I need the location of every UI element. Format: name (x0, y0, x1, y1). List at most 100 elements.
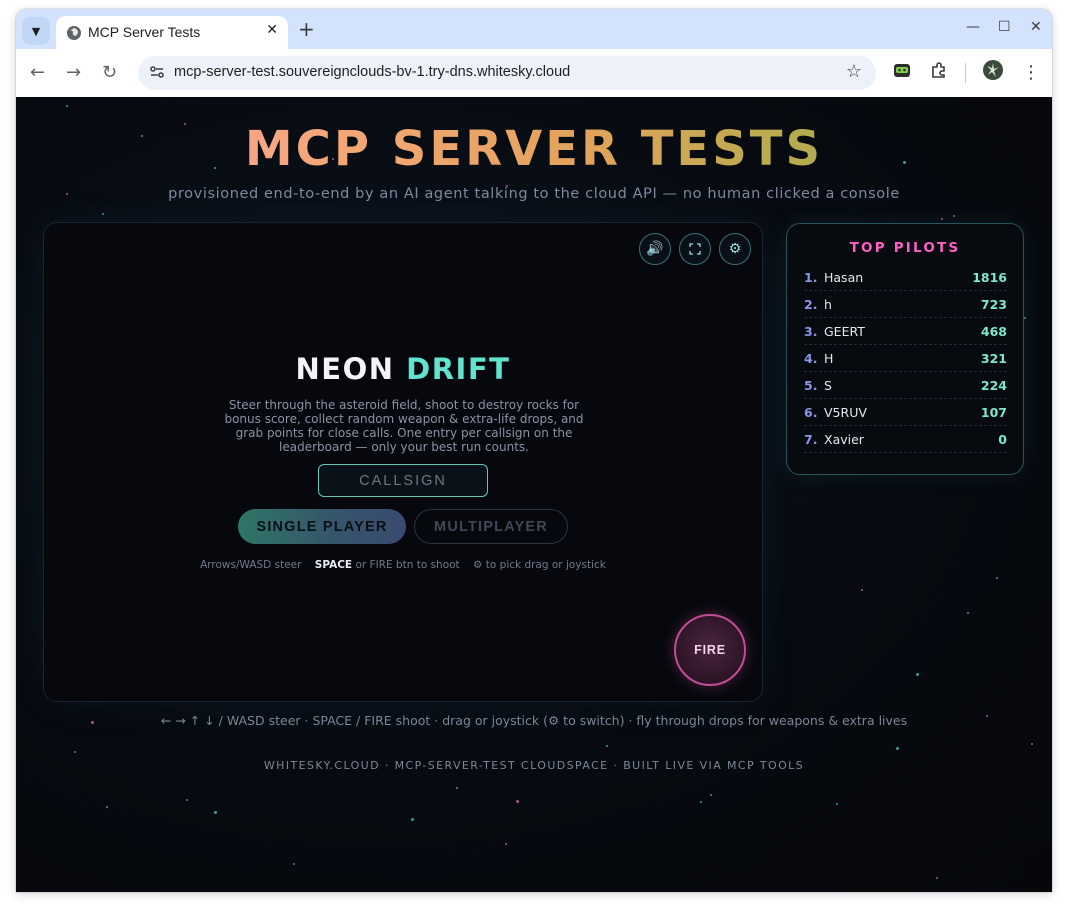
star-particle (214, 811, 217, 814)
star-particle (861, 589, 863, 591)
leaderboard-score: 468 (980, 324, 1007, 339)
hint-space-key: SPACE (314, 559, 353, 571)
leaderboard-name: S (824, 378, 832, 393)
fire-button[interactable]: FIRE (674, 614, 746, 686)
callsign-input[interactable] (318, 464, 488, 497)
controls-hint: Arrows/WASD steer SPACE or FIRE btn to s… (44, 559, 762, 571)
game-description: Steer through the asteroid field, shoot … (224, 398, 584, 454)
extension-robot-icon[interactable] (893, 61, 911, 79)
leaderboard-row: 3. GEERT 468 (804, 318, 1007, 345)
address-bar[interactable]: mcp-server-test.souvereignclouds-bv-1.tr… (138, 56, 876, 90)
browser-toolbar: ← → ↻ mcp-server-test.souvereignclouds-b… (16, 49, 1052, 97)
star-particle (1024, 317, 1026, 319)
star-particle (102, 213, 104, 215)
leaderboard-name: Hasan (824, 270, 864, 285)
page-title: MCP SERVER TESTS (16, 121, 1052, 177)
leaderboard-row: 2. h 723 (804, 291, 1007, 318)
tab-strip: ▼ MCP Server Tests ✕ + — ☐ ✕ (16, 9, 1052, 49)
bookmark-star-icon[interactable]: ☆ (846, 61, 862, 82)
star-particle (505, 843, 507, 845)
game-title: NEON DRIFT (44, 352, 762, 386)
hint-steer: Arrows/WASD steer (200, 559, 302, 571)
browser-menu-icon[interactable]: ⋮ (1022, 62, 1040, 83)
leaderboard-rank: 1. (804, 270, 818, 285)
leaderboard-score: 224 (980, 378, 1007, 393)
extensions-puzzle-icon[interactable] (930, 61, 948, 79)
leaderboard-name: h (824, 297, 832, 312)
leaderboard-title: TOP PILOTS (849, 240, 961, 256)
profile-avatar[interactable] (983, 60, 1003, 80)
footer-controls-hint: ← → ↑ ↓ / WASD steer · SPACE / FIRE shoo… (160, 713, 908, 728)
game-title-word-drift: DRIFT (406, 352, 511, 386)
tab-search-chevron-icon[interactable]: ▼ (22, 17, 50, 45)
star-particle (936, 877, 938, 879)
url-text: mcp-server-test.souvereignclouds-bv-1.tr… (174, 64, 571, 80)
minimize-icon[interactable]: — (966, 19, 980, 35)
game-panel[interactable]: 🔊 ⚙ NEON DRIFT Steer through the asteroi… (43, 222, 763, 702)
leaderboard-rank: 5. (804, 378, 818, 393)
star-particle (186, 799, 188, 801)
single-player-button[interactable]: SINGLE PLAYER (238, 509, 406, 544)
back-icon[interactable]: ← (30, 62, 45, 83)
star-particle (293, 863, 295, 865)
close-tab-icon[interactable]: ✕ (266, 22, 278, 38)
toolbar-divider (965, 63, 966, 83)
leaderboard-name: V5RUV (824, 405, 867, 420)
leaderboard-row: 1. Hasan 1816 (804, 264, 1007, 291)
star-particle (953, 215, 955, 217)
leaderboard-rank: 3. (804, 324, 818, 339)
hint-fire: or FIRE btn to shoot (355, 559, 460, 571)
game-title-word-neon: NEON (295, 352, 395, 386)
leaderboard-row: 4. H 321 (804, 345, 1007, 372)
page-subtitle: provisioned end-to-end by an AI agent ta… (168, 186, 900, 202)
star-particle (836, 803, 838, 805)
hint-gear: ⚙ to pick drag or joystick (473, 559, 606, 571)
sound-icon[interactable]: 🔊 (639, 233, 671, 265)
star-particle (916, 673, 919, 676)
new-tab-button[interactable]: + (298, 17, 315, 41)
globe-icon (67, 26, 81, 40)
leaderboard-name: Xavier (824, 432, 864, 447)
leaderboard-rank: 2. (804, 297, 818, 312)
star-particle (66, 105, 68, 107)
leaderboard-score: 107 (980, 405, 1007, 420)
star-particle (941, 218, 943, 220)
maximize-icon[interactable]: ☐ (998, 19, 1011, 35)
browser-tab[interactable]: MCP Server Tests ✕ (56, 16, 288, 49)
tab-title: MCP Server Tests (88, 24, 201, 40)
leaderboard-score: 723 (980, 297, 1007, 312)
star-particle (967, 612, 969, 614)
fullscreen-icon[interactable] (679, 233, 711, 265)
star-particle (710, 794, 712, 796)
leaderboard-rank: 7. (804, 432, 818, 447)
leaderboard-rank: 6. (804, 405, 818, 420)
star-particle (456, 787, 458, 789)
star-particle (516, 800, 519, 803)
leaderboard-score: 1816 (972, 270, 1007, 285)
leaderboard-score: 321 (980, 351, 1007, 366)
leaderboard-row: 5. S 224 (804, 372, 1007, 399)
star-particle (411, 818, 414, 821)
leaderboard-name: GEERT (824, 324, 865, 339)
reload-icon[interactable]: ↻ (102, 62, 117, 83)
multiplayer-button[interactable]: MULTIPLAYER (414, 509, 568, 544)
browser-window: ▼ MCP Server Tests ✕ + — ☐ ✕ ← → ↻ mcp-s… (16, 9, 1052, 892)
leaderboard-rank: 4. (804, 351, 818, 366)
footer-credit: WHITESKY.CLOUD · MCP-SERVER-TEST CLOUDSP… (263, 759, 805, 772)
forward-icon[interactable]: → (66, 62, 81, 83)
site-info-icon[interactable] (149, 64, 165, 80)
leaderboard-score: 0 (998, 432, 1007, 447)
star-particle (106, 806, 108, 808)
star-particle (606, 745, 608, 747)
close-window-icon[interactable]: ✕ (1030, 19, 1042, 35)
leaderboard-row: 7. Xavier 0 (804, 426, 1007, 453)
star-particle (74, 751, 76, 753)
star-particle (996, 577, 998, 579)
leaderboard: TOP PILOTS 1. Hasan 1816 2. h 723 3. GEERT 468 4.… (786, 223, 1024, 475)
star-particle (700, 801, 702, 803)
leaderboard-name: H (824, 351, 834, 366)
star-particle (896, 747, 899, 750)
fullscreen-glyph (689, 243, 701, 255)
leaderboard-row: 6. V5RUV 107 (804, 399, 1007, 426)
settings-gear-icon[interactable]: ⚙ (719, 233, 751, 265)
